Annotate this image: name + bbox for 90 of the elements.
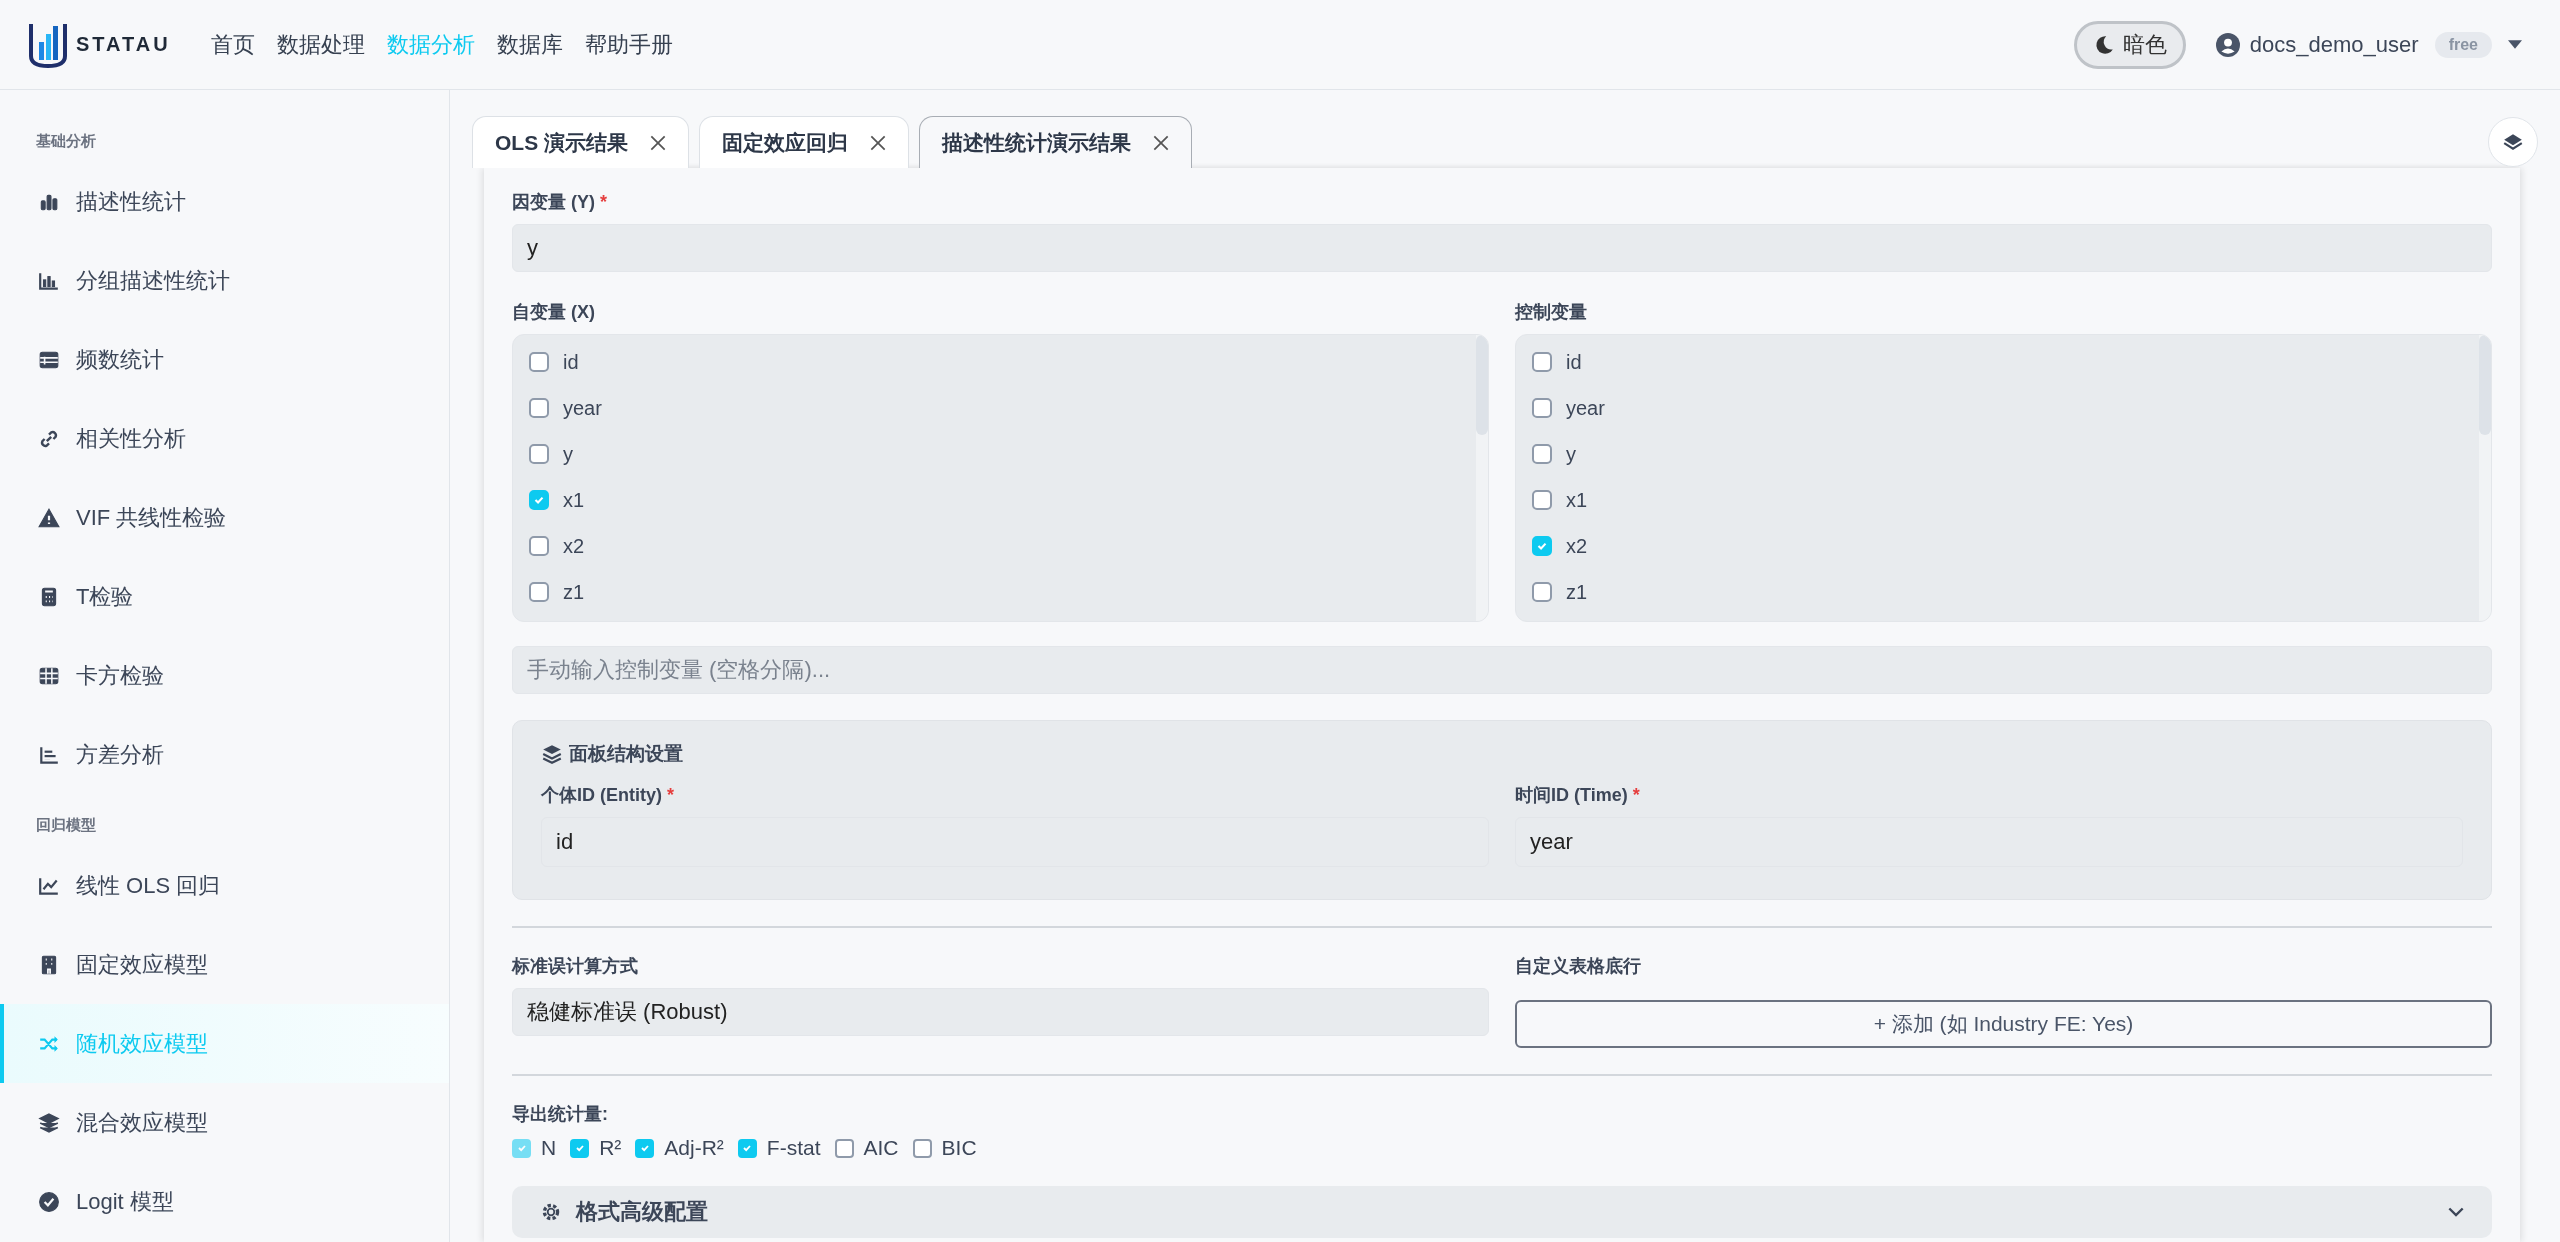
field-label: 自变量 (X) xyxy=(512,301,596,324)
sidebar-item[interactable]: 相关性分析 xyxy=(0,399,449,478)
scrollbar[interactable] xyxy=(2479,335,2491,621)
sidebar-item[interactable]: 线性 OLS 回归 xyxy=(0,846,449,925)
nav-link[interactable]: 帮助手册 xyxy=(584,29,673,60)
checkbox[interactable] xyxy=(529,398,549,418)
sidebar-item[interactable]: 卡方检验 xyxy=(0,636,449,715)
warning-icon xyxy=(38,506,60,529)
option-label[interactable]: z1 xyxy=(1566,580,1588,604)
sidebar-item[interactable]: 方差分析 xyxy=(0,715,449,794)
field-label: 个体ID (Entity) * xyxy=(541,784,675,807)
checkbox[interactable] xyxy=(570,1138,590,1158)
close-icon[interactable] xyxy=(650,134,666,151)
tab[interactable]: 固定效应回归 xyxy=(699,116,909,168)
layers-icon xyxy=(38,1111,60,1134)
checkbox[interactable] xyxy=(529,582,549,602)
option-label[interactable]: F-stat xyxy=(766,1136,821,1160)
checkbox[interactable] xyxy=(1532,398,1552,418)
field-label: 导出统计量: xyxy=(512,1103,609,1126)
plan-badge: free xyxy=(2434,31,2492,58)
check-circle-icon xyxy=(38,1190,60,1213)
chevron-icon xyxy=(2448,1206,2464,1218)
option-label[interactable]: x1 xyxy=(563,488,585,512)
id-select[interactable]: id xyxy=(541,817,1489,867)
sidebar-item[interactable]: 频数统计 xyxy=(0,320,449,399)
scrollbar[interactable] xyxy=(1476,335,1488,621)
checkbox[interactable] xyxy=(635,1138,655,1158)
field-label: 标准误计算方式 xyxy=(512,955,639,978)
option-label[interactable]: year xyxy=(1566,396,1605,420)
panel-title: 面板结构设置 xyxy=(569,742,683,766)
checkbox[interactable] xyxy=(1532,352,1552,372)
option-label[interactable]: x2 xyxy=(1566,534,1588,558)
option-label[interactable]: Adj-R² xyxy=(664,1136,724,1160)
sidebar-item[interactable]: VIF 共线性检验 xyxy=(0,478,449,557)
sidebar-item[interactable]: 固定效应模型 xyxy=(0,925,449,1004)
checkbox[interactable] xyxy=(529,490,549,510)
option-label[interactable]: R² xyxy=(599,1136,622,1160)
field-label: 因变量 (Y) * xyxy=(512,191,608,214)
option-label[interactable]: x1 xyxy=(1566,488,1588,512)
standard-error-select[interactable]: 稳健标准误 (Robust) xyxy=(512,988,1489,1036)
field-label: 控制变量 xyxy=(1515,301,1588,324)
sidebar-section-title: 基础分析 xyxy=(35,132,97,151)
option-label[interactable]: id xyxy=(563,350,579,374)
checkbox[interactable] xyxy=(834,1138,854,1158)
dependent-variable-select[interactable]: y xyxy=(512,224,2492,272)
user-name[interactable]: docs_demo_user xyxy=(2249,31,2419,58)
nav-link[interactable]: 首页 xyxy=(210,29,255,60)
option-label[interactable]: x2 xyxy=(563,534,585,558)
nav-link[interactable]: 数据处理 xyxy=(276,29,365,60)
checkbox[interactable] xyxy=(1532,536,1552,556)
brand-name: STATAU xyxy=(76,33,171,56)
option-label[interactable]: y xyxy=(1566,442,1576,466)
checkbox[interactable] xyxy=(1532,582,1552,602)
sidebar-item[interactable]: Logit 模型 xyxy=(0,1162,449,1241)
add-row-button[interactable]: + 添加 (如 Industry FE: Yes) xyxy=(1515,1000,2492,1048)
option-label[interactable]: z1 xyxy=(563,580,585,604)
close-icon[interactable] xyxy=(1153,134,1169,151)
tab[interactable]: OLS 演示结果 xyxy=(472,116,689,168)
id-select[interactable]: year xyxy=(1515,817,2463,867)
sidebar-item[interactable]: 分组描述性统计 xyxy=(0,241,449,320)
field-label: 时间ID (Time) * xyxy=(1515,784,1641,807)
user-icon xyxy=(2215,32,2240,57)
option-label[interactable]: id xyxy=(1566,350,1582,374)
layers-icon xyxy=(541,743,563,765)
gear-icon xyxy=(540,1201,562,1223)
sidebar-section-title: 回归模型 xyxy=(35,816,97,835)
sidebar-item[interactable]: 混合效应模型 xyxy=(0,1083,449,1162)
checkbox[interactable] xyxy=(912,1138,932,1158)
checkbox[interactable] xyxy=(1532,444,1552,464)
sidebar-item[interactable]: 描述性统计 xyxy=(0,162,449,241)
checkbox[interactable] xyxy=(737,1138,757,1158)
checkbox[interactable] xyxy=(529,444,549,464)
checkbox[interactable] xyxy=(1532,490,1552,510)
advanced-settings-title: 格式高级配置 xyxy=(576,1198,708,1226)
layers-button[interactable] xyxy=(2488,117,2538,167)
checkbox[interactable] xyxy=(529,536,549,556)
nav-link[interactable]: 数据库 xyxy=(496,29,563,60)
theme-toggle-button[interactable]: 暗色 xyxy=(2073,20,2186,69)
tab[interactable]: 描述性统计演示结果 xyxy=(919,116,1192,168)
caret-icon[interactable] xyxy=(2508,40,2522,49)
option-label[interactable]: BIC xyxy=(941,1136,977,1160)
advanced-settings-header[interactable]: 格式高级配置 xyxy=(512,1186,2492,1238)
control-variables-input[interactable]: 手动输入控制变量 (空格分隔)... xyxy=(512,646,2492,694)
sidebar-item[interactable]: T检验 xyxy=(0,557,449,636)
option-label[interactable]: AIC xyxy=(863,1136,899,1160)
option-label[interactable]: year xyxy=(563,396,602,420)
field-label: 自定义表格底行 xyxy=(1515,955,1642,978)
close-icon[interactable] xyxy=(870,134,886,151)
checkbox[interactable] xyxy=(529,352,549,372)
option-label[interactable]: y xyxy=(563,442,573,466)
